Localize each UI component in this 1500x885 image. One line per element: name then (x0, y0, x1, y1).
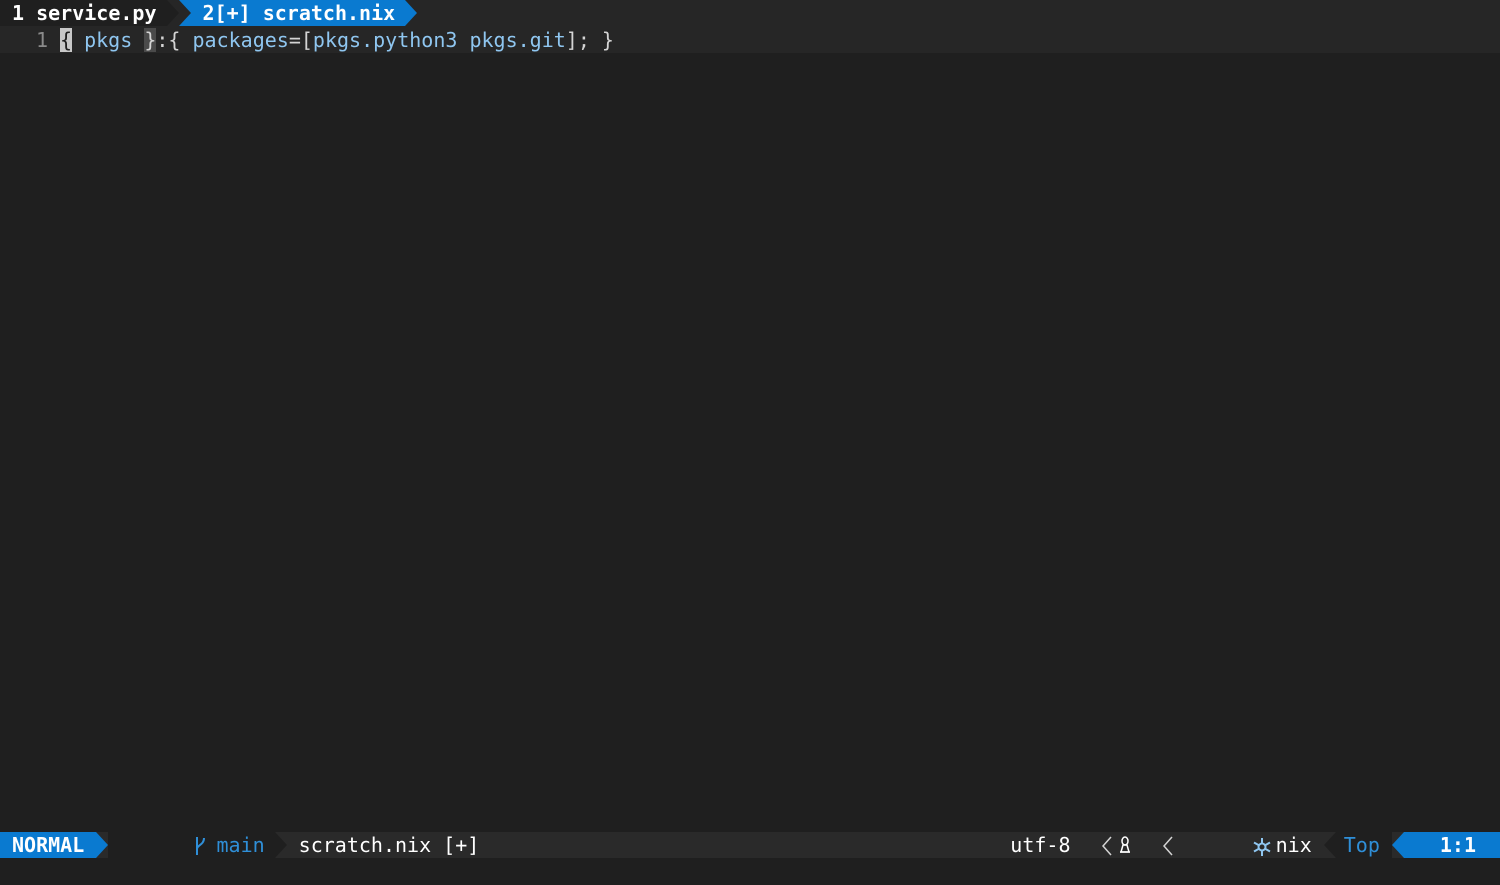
text-cursor: { (60, 27, 73, 52)
position-label: 1:1 (1439, 833, 1476, 857)
filetype-label: nix (1275, 833, 1312, 857)
tab-label: 1 service.py (12, 1, 157, 25)
branch-name: main (216, 833, 265, 857)
code-text: ]; } (565, 27, 614, 52)
tab-service-py[interactable]: 1 service.py (0, 0, 167, 26)
position-separator (1391, 832, 1404, 858)
cursor-position: 1:1 (1403, 832, 1500, 858)
tab-separator (405, 0, 418, 26)
code-content[interactable]: { pkgs }:{ packages=[pkgs.python3 pkgs.g… (60, 27, 614, 52)
filetype: nix (1179, 832, 1323, 858)
scroll-position: Top (1335, 832, 1392, 858)
editor-buffer[interactable]: 1 { pkgs }:{ packages=[pkgs.python3 pkgs… (0, 26, 1500, 832)
branch-separator (274, 832, 287, 858)
code-identifier: pkgs.python3 (312, 27, 458, 52)
statusline: NORMAL main scratch.nix [+] utf-8 nix To… (0, 832, 1500, 858)
line-number: 1 (35, 27, 48, 52)
mode-separator (96, 832, 109, 858)
code-text: =[ (288, 27, 313, 52)
status-filename: scratch.nix [+] (298, 833, 480, 857)
code-text: :{ (156, 27, 193, 52)
mode-label: NORMAL (12, 833, 85, 857)
mode-indicator: NORMAL (0, 832, 97, 858)
scroll-label: Top (1343, 833, 1380, 857)
file-encoding: utf-8 (1010, 832, 1070, 858)
tab-separator (178, 0, 191, 26)
code-identifier: packages (192, 27, 289, 52)
git-branch: main (108, 832, 275, 858)
code-identifier: pkgs (84, 27, 133, 52)
linux-icon (1118, 832, 1132, 858)
tab-scratch-nix[interactable]: 2[+] scratch.nix (178, 0, 406, 26)
scroll-separator (1323, 832, 1336, 858)
tab-separator (166, 0, 179, 26)
encoding-label: utf-8 (1010, 833, 1071, 857)
tab-label: 2[+] scratch.nix (202, 1, 396, 25)
code-identifier: pkgs.git (469, 27, 566, 52)
tabline: 1 service.py 2[+] scratch.nix (0, 0, 1500, 26)
matching-bracket: } (144, 27, 157, 52)
code-line[interactable]: 1 { pkgs }:{ packages=[pkgs.python3 pkgs… (0, 26, 1500, 53)
command-line[interactable] (0, 858, 1500, 885)
